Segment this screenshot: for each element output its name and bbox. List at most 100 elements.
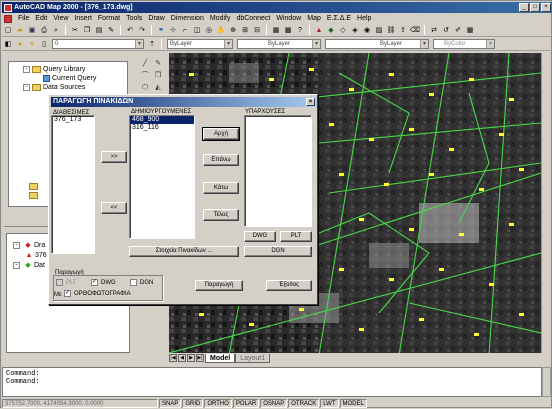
tree-item-drawings[interactable]: - ◆ Dra (13, 240, 45, 250)
minimize-button[interactable]: _ (519, 3, 529, 12)
next-tab-icon[interactable]: ▶ (187, 354, 195, 362)
list-item[interactable]: 316_116 (130, 124, 194, 132)
tree-item-folder[interactable] (29, 192, 40, 199)
tab-model[interactable]: Model (205, 353, 236, 363)
menu-format[interactable]: Format (95, 15, 123, 22)
route-icon[interactable]: ⇄ (429, 25, 439, 35)
map-display-icon[interactable]: ◈ (350, 25, 360, 35)
chevron-down-icon[interactable]: ▼ (312, 40, 320, 48)
remove-button[interactable]: << (101, 202, 127, 214)
lwt-toggle[interactable]: LWT (320, 398, 339, 408)
cut-icon[interactable]: ✂ (70, 25, 80, 35)
polyline-icon[interactable]: ⌒ (140, 71, 150, 81)
map-cleanup-icon[interactable]: ⌫ (410, 25, 420, 35)
document-icon[interactable] (4, 14, 12, 23)
created-list[interactable]: 468_900 316_116 (129, 115, 195, 239)
help-icon[interactable]: ? (295, 25, 305, 35)
down-button[interactable]: Κάτω (203, 182, 239, 194)
map-image-icon[interactable]: ▨ (374, 25, 384, 35)
layer-manager-icon[interactable]: ◧ (3, 39, 13, 49)
close-button[interactable]: × (541, 3, 551, 12)
sheet-info-button[interactable]: Στοιχεία Πινακίδων ... (129, 246, 239, 257)
checkbox-box[interactable] (56, 279, 63, 286)
menu-tools[interactable]: Tools (123, 15, 145, 22)
line-icon[interactable]: ╱ (140, 59, 150, 69)
named-views-icon[interactable]: ◫ (192, 25, 202, 35)
map-topology-icon[interactable]: ◇ (338, 25, 348, 35)
undo-icon[interactable]: ↶ (125, 25, 135, 35)
zoom-previous-icon[interactable]: ⊟ (252, 25, 262, 35)
menu-dimension[interactable]: Dimension (168, 15, 207, 22)
erase-icon[interactable]: ✎ (153, 59, 163, 69)
check-icon[interactable]: ✓ (64, 290, 71, 297)
preview-icon[interactable]: ⌕ (51, 25, 61, 35)
properties-icon[interactable]: ▦ (271, 25, 281, 35)
list-item[interactable]: 376_173 (52, 116, 94, 124)
menu-modify[interactable]: Modify (207, 15, 234, 22)
vertical-scrollbar[interactable] (541, 53, 551, 355)
chevron-down-icon[interactable]: ▼ (486, 40, 494, 48)
print-icon[interactable]: ⎙ (39, 25, 49, 35)
tree-item-data-sources[interactable]: - Data Sources (23, 84, 85, 91)
map-grid-icon[interactable]: ▦ (465, 25, 475, 35)
last-tab-icon[interactable]: ▶| (196, 354, 204, 362)
maximize-button[interactable]: □ (530, 3, 540, 12)
chevron-down-icon[interactable]: ▼ (224, 40, 232, 48)
layer-lock-icon[interactable]: ▯ (39, 39, 49, 49)
layer-dropdown[interactable]: 0 ▼ (52, 39, 144, 49)
design-center-icon[interactable]: ▩ (283, 25, 293, 35)
map-layer-icon[interactable]: ◉ (362, 25, 372, 35)
dgn-button[interactable]: DGN (244, 246, 312, 257)
hyperlink-icon[interactable]: ⚭ (156, 25, 166, 35)
dialog-title-bar[interactable]: ΠΑΡΑΓΩΓΗ ΠΙΝΑΚΙΔΩΝ × (51, 97, 317, 107)
menu-edit[interactable]: Edit (32, 15, 50, 22)
zoom-window-icon[interactable]: ⊞ (240, 25, 250, 35)
exit-button[interactable]: Έξοδος (266, 280, 312, 291)
command-window[interactable]: Command: Command: (2, 367, 542, 397)
match-properties-icon[interactable]: ✎ (106, 25, 116, 35)
osnap-toggle[interactable]: OSNAP (260, 398, 288, 408)
model-toggle[interactable]: MODEL (339, 398, 367, 408)
lineweight-dropdown[interactable]: ByLayer ▼ (325, 39, 429, 49)
list-item-selected[interactable]: 468_900 (130, 116, 194, 124)
linetype-dropdown[interactable]: ByLayer ▼ (237, 39, 321, 49)
menu-esde[interactable]: Ε.Σ.Δ.Ε (324, 15, 354, 22)
command-prompt[interactable]: Command: (6, 378, 538, 386)
pan-icon[interactable]: ✋ (216, 25, 226, 35)
prev-tab-icon[interactable]: ◀ (178, 354, 186, 362)
autocad-app-icon[interactable] (4, 3, 12, 12)
chevron-down-icon[interactable]: ▼ (420, 40, 428, 48)
dwg-checkbox[interactable]: ✓ DWG (91, 279, 116, 286)
paste-icon[interactable]: ▤ (94, 25, 104, 35)
collapse-toggle[interactable]: - (23, 84, 30, 91)
copy-icon[interactable]: ❐ (82, 25, 92, 35)
first-tab-icon[interactable]: |◀ (169, 354, 177, 362)
available-list[interactable]: 376_173 (51, 115, 95, 254)
ucs-icon[interactable]: ⌐ (180, 25, 190, 35)
map-query-icon[interactable]: ▲ (314, 25, 324, 35)
open-folder-icon[interactable]: ▰ (15, 25, 25, 35)
ortho-toggle[interactable]: ORTHO (204, 398, 232, 408)
zoom-realtime-icon[interactable]: ⊕ (228, 25, 238, 35)
menu-draw[interactable]: Draw (145, 15, 167, 22)
menu-map[interactable]: Map (304, 15, 324, 22)
existing-list[interactable] (244, 115, 312, 227)
color-dropdown[interactable]: ByLayer ▼ (167, 39, 233, 49)
tree-item-query-library[interactable]: - Query Library (23, 66, 85, 73)
dialog-close-button[interactable]: × (306, 98, 315, 106)
layer-on-icon[interactable]: ● (15, 39, 25, 49)
coordinate-readout[interactable]: 375752.7000, 4174054.3000, 0.0000 (2, 398, 158, 408)
plt-checkbox[interactable]: PLT (56, 279, 77, 286)
start-button[interactable]: Αρχή (202, 127, 240, 141)
produce-button[interactable]: Παραγωγή (195, 280, 243, 291)
menu-view[interactable]: View (50, 15, 71, 22)
collapse-toggle[interactable]: - (13, 261, 20, 269)
tree-item-folder[interactable] (29, 183, 40, 190)
plotstyle-dropdown[interactable]: ByColor ▼ (433, 39, 495, 49)
tree-item-current-query[interactable]: Current Query (43, 75, 96, 82)
snap-from-icon[interactable]: ⊹ (168, 25, 178, 35)
save-icon[interactable]: ▣ (27, 25, 37, 35)
new-file-icon[interactable]: ▢ (3, 25, 13, 35)
up-button[interactable]: Επάνω (203, 154, 239, 166)
end-button[interactable]: Τέλος (203, 209, 239, 221)
